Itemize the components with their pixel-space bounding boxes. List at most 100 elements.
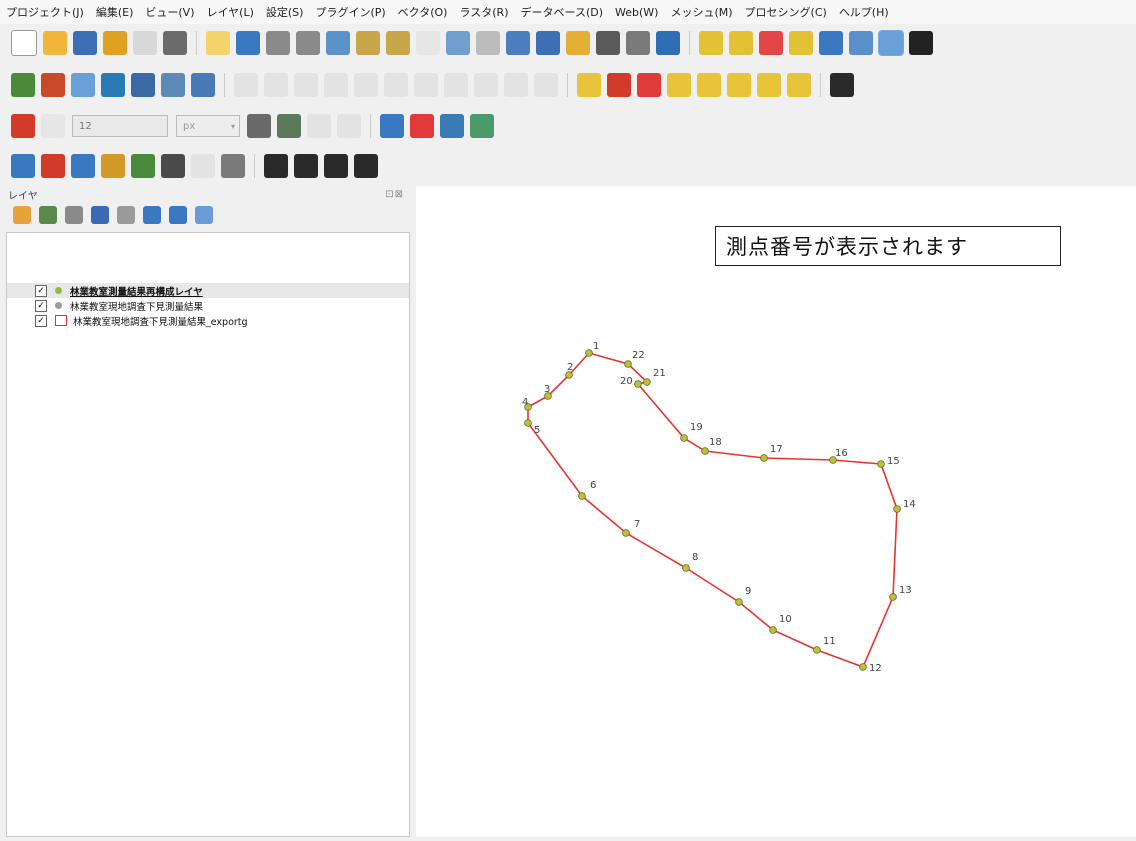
menu-item-4[interactable]: 設定(S) <box>266 4 304 20</box>
pin-icon[interactable] <box>41 154 65 178</box>
deselect-icon[interactable] <box>759 31 783 55</box>
menu-item-1[interactable]: 編集(E) <box>96 4 134 20</box>
survey-point-8[interactable] <box>682 564 690 572</box>
survey-point-5[interactable] <box>524 419 532 427</box>
menu-item-9[interactable]: Web(W) <box>615 6 658 19</box>
layer-row[interactable]: ✓ 林業教室現地調査下見測量結果 <box>7 298 409 313</box>
pan-map-icon[interactable] <box>206 31 230 55</box>
zoom-next-icon[interactable] <box>476 31 500 55</box>
add-spatialite-icon[interactable] <box>131 73 155 97</box>
copy-features-icon[interactable] <box>444 73 468 97</box>
survey-point-7[interactable] <box>622 529 630 537</box>
add-feature-icon[interactable] <box>324 73 348 97</box>
style-manager-icon[interactable] <box>163 31 187 55</box>
refresh-icon[interactable] <box>656 31 680 55</box>
snapping-tolerance-input[interactable]: 12 <box>72 115 168 137</box>
new-project-icon[interactable] <box>11 30 37 56</box>
add-wfs-icon[interactable] <box>191 73 215 97</box>
globe-icon[interactable] <box>161 154 185 178</box>
add-raster-layer-icon[interactable] <box>41 73 65 97</box>
save-project-icon[interactable] <box>73 31 97 55</box>
filter-legend-icon[interactable] <box>91 206 109 224</box>
change-label-icon[interactable] <box>787 73 811 97</box>
snapping-magnet-icon[interactable] <box>11 114 35 138</box>
survey-point-6[interactable] <box>578 492 586 500</box>
print-layout-icon[interactable] <box>133 31 157 55</box>
statistics-icon[interactable] <box>878 30 904 56</box>
digitize-curve-icon[interactable] <box>337 114 361 138</box>
zoom-native-icon[interactable] <box>416 31 440 55</box>
layer-visibility-checkbox[interactable]: ✓ <box>35 314 47 327</box>
snapping-layer-icon[interactable] <box>41 114 65 138</box>
layer-visibility-checkbox[interactable]: ✓ <box>35 284 47 297</box>
map-import-icon[interactable] <box>470 114 494 138</box>
zoom-last-icon[interactable] <box>446 31 470 55</box>
show-bookmarks-icon[interactable] <box>596 31 620 55</box>
cut-features-icon[interactable] <box>414 73 438 97</box>
python-console-icon[interactable] <box>830 73 854 97</box>
location-pin-icon[interactable] <box>410 114 434 138</box>
show-hide-labels-icon[interactable] <box>697 73 721 97</box>
survey-point-10[interactable] <box>769 626 777 634</box>
topological-editing-icon[interactable] <box>247 114 271 138</box>
copy-layer-style-icon[interactable] <box>11 154 35 178</box>
menu-item-8[interactable]: データベース(D) <box>521 4 604 20</box>
python-icon[interactable] <box>380 114 404 138</box>
add-wms-icon[interactable] <box>161 73 185 97</box>
menu-item-10[interactable]: メッシュ(M) <box>670 4 732 20</box>
snapping-unit-select[interactable]: px ▾ <box>176 115 240 137</box>
label-tool-icon[interactable] <box>577 73 601 97</box>
tracing-icon[interactable] <box>307 114 331 138</box>
layer-visibility-checkbox[interactable]: ✓ <box>35 299 47 312</box>
vertex-tool-icon[interactable] <box>354 73 378 97</box>
save-as-icon[interactable] <box>103 31 127 55</box>
menu-item-11[interactable]: プロセシング(C) <box>745 4 827 20</box>
survey-point-13[interactable] <box>889 593 897 601</box>
rotate-label-icon[interactable] <box>757 73 781 97</box>
swap-arrows-icon[interactable] <box>324 154 348 178</box>
new-3d-view-icon[interactable] <box>536 31 560 55</box>
select-location-icon[interactable] <box>789 31 813 55</box>
zoom-point-icon[interactable] <box>101 154 125 178</box>
zoom-out-icon[interactable] <box>296 31 320 55</box>
download-icon[interactable] <box>354 154 378 178</box>
select-by-value-icon[interactable] <box>729 31 753 55</box>
bounding-box-icon[interactable] <box>131 154 155 178</box>
menu-item-7[interactable]: ラスタ(R) <box>459 4 508 20</box>
survey-point-22[interactable] <box>624 360 632 368</box>
undo-icon[interactable] <box>504 73 528 97</box>
filter-expression-icon[interactable] <box>117 206 135 224</box>
pin-labels-icon[interactable] <box>637 73 661 97</box>
add-vector-layer-icon[interactable] <box>11 73 35 97</box>
zoom-to-layer-icon[interactable] <box>386 31 410 55</box>
menu-item-6[interactable]: ベクタ(O) <box>398 4 448 20</box>
menu-item-5[interactable]: プラグイン(P) <box>315 4 385 20</box>
new-map-view-icon[interactable] <box>506 31 530 55</box>
survey-point-11[interactable] <box>813 646 821 654</box>
survey-point-20[interactable] <box>634 380 642 388</box>
snapping-intersection-icon[interactable] <box>277 114 301 138</box>
identify-icon[interactable] <box>819 31 843 55</box>
survey-point-14[interactable] <box>893 505 901 513</box>
expand-all-icon[interactable] <box>143 206 161 224</box>
search-icon[interactable] <box>71 154 95 178</box>
panel-float-close-buttons[interactable]: ⊡⊠ <box>385 189 404 200</box>
layer-row[interactable]: ✓ 林業教室現地調査下見測量結果_exportg <box>7 313 409 328</box>
collapse-all-icon[interactable] <box>169 206 187 224</box>
survey-point-15[interactable] <box>877 460 885 468</box>
menu-item-3[interactable]: レイヤ(L) <box>206 4 253 20</box>
new-bookmark-icon[interactable] <box>566 31 590 55</box>
save-edits-icon[interactable] <box>294 73 318 97</box>
zoom-to-selection-icon[interactable] <box>356 31 380 55</box>
zoom-in-icon[interactable] <box>266 31 290 55</box>
add-group-icon[interactable] <box>39 206 57 224</box>
xml-import-icon[interactable] <box>440 114 464 138</box>
diagram-tool-icon[interactable] <box>607 73 631 97</box>
survey-point-19[interactable] <box>680 434 688 442</box>
survey-point-12[interactable] <box>859 663 867 671</box>
manage-map-themes-icon[interactable] <box>65 206 83 224</box>
layer-row[interactable]: ✓ 林業教室測量結果再構成レイヤ <box>7 283 409 298</box>
anchor-icon[interactable] <box>264 154 288 178</box>
select-features-icon[interactable] <box>699 31 723 55</box>
wrench-icon[interactable] <box>221 154 245 178</box>
